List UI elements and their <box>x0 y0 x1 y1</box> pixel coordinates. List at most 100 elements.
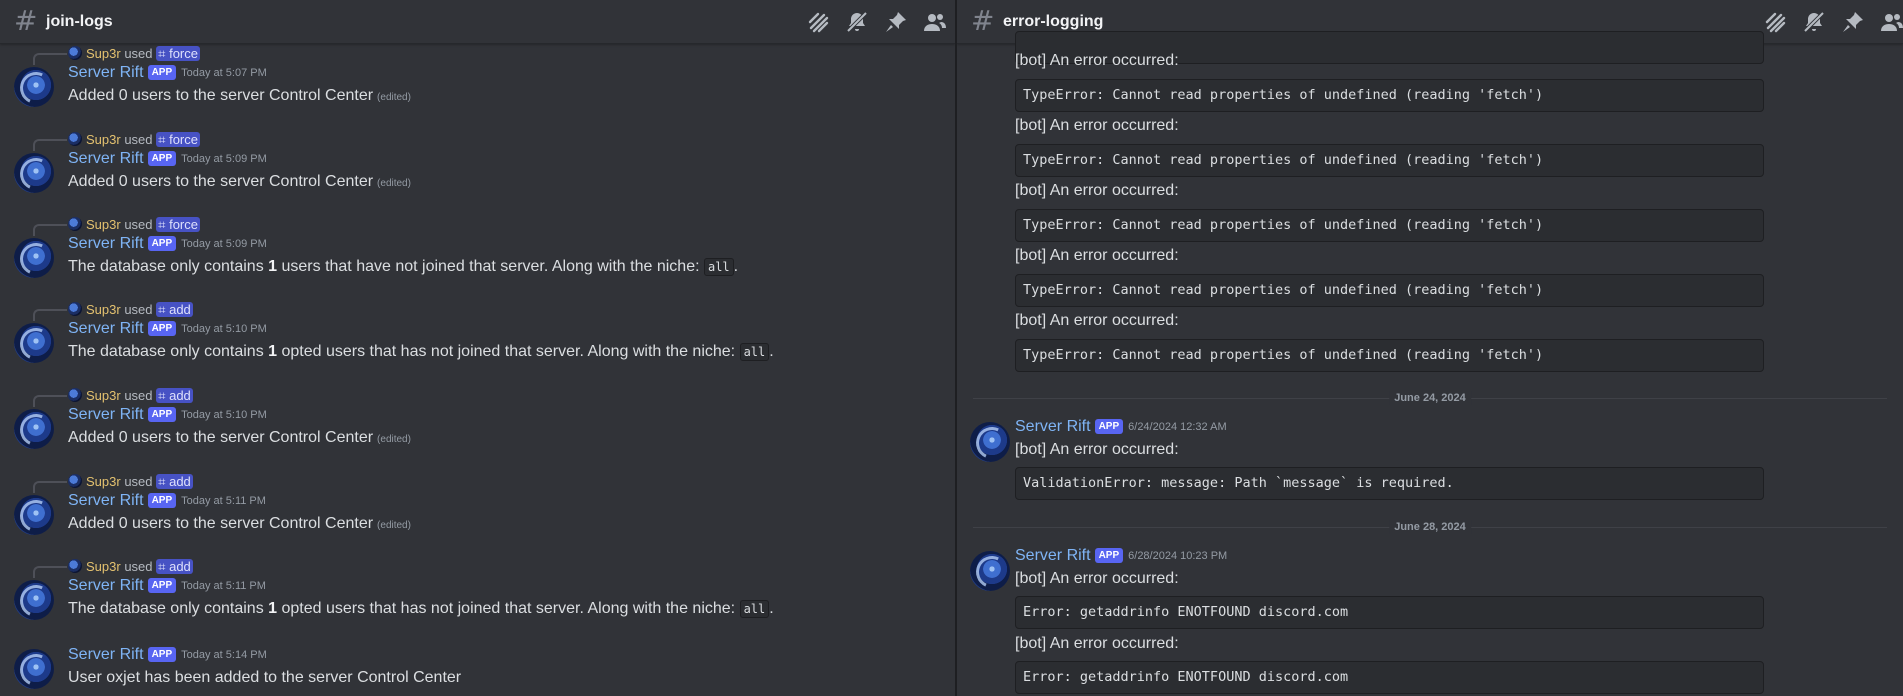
message-line: [bot] An error occurred: <box>1015 570 1179 587</box>
timestamp[interactable]: Today at 5:09 PM <box>181 238 267 250</box>
message-content: The database only contains 1 opted users… <box>68 343 774 361</box>
message-content: Added 0 users to the server Control Cent… <box>68 429 411 446</box>
pin-icon[interactable] <box>884 10 908 34</box>
message-line: [bot] An error occurred: <box>1015 52 1179 69</box>
author-name[interactable]: Server Rift <box>68 646 144 663</box>
threads-icon[interactable] <box>806 10 830 34</box>
avatar[interactable] <box>14 580 54 620</box>
app-badge: APP <box>147 407 177 422</box>
command-mention[interactable]: ⌗ add <box>156 474 193 489</box>
app-badge: APP <box>1094 548 1124 563</box>
message-line: [bot] An error occurred: <box>1015 441 1179 458</box>
timestamp[interactable]: Today at 5:07 PM <box>181 67 267 79</box>
channel-name: join-logs <box>46 13 113 30</box>
timestamp[interactable]: Today at 5:10 PM <box>181 323 267 335</box>
reply-username[interactable]: Sup3r <box>86 559 121 574</box>
reply-username[interactable]: Sup3r <box>86 46 121 61</box>
app-badge: APP <box>147 151 177 166</box>
avatar[interactable] <box>14 649 54 689</box>
avatar[interactable] <box>14 495 54 535</box>
avatar[interactable] <box>970 551 1010 591</box>
message-content: The database only contains 1 opted users… <box>68 600 774 618</box>
reply-context[interactable]: Sup3r used ⌗ force <box>68 45 200 63</box>
mini-avatar <box>68 46 82 60</box>
reply-username[interactable]: Sup3r <box>86 474 121 489</box>
timestamp[interactable]: 6/28/2024 10:23 PM <box>1128 550 1227 562</box>
members-icon[interactable] <box>923 10 947 34</box>
reply-context[interactable]: Sup3r used ⌗ force <box>68 216 200 234</box>
reply-context[interactable]: Sup3r used ⌗ add <box>68 301 193 319</box>
timestamp[interactable]: 6/24/2024 12:32 AM <box>1128 421 1226 433</box>
mute-icon[interactable] <box>845 10 869 34</box>
author-name[interactable]: Server Rift <box>68 406 144 423</box>
reply-context[interactable]: Sup3r used ⌗ force <box>68 131 200 149</box>
pin-icon[interactable] <box>1841 10 1865 34</box>
channel-header: # join-logs <box>0 0 955 44</box>
reply-username[interactable]: Sup3r <box>86 388 121 403</box>
command-mention[interactable]: ⌗ force <box>156 46 200 61</box>
date-divider: June 28, 2024 <box>973 520 1887 534</box>
app-badge: APP <box>147 578 177 593</box>
inline-code: all <box>739 343 770 361</box>
message-content: The database only contains 1 users that … <box>68 258 739 276</box>
avatar[interactable] <box>14 323 54 363</box>
inline-code: all <box>703 258 734 276</box>
code-block: TypeError: Cannot read properties of und… <box>1015 79 1764 112</box>
author-name[interactable]: Server Rift <box>68 320 144 337</box>
channel-hash-icon: # <box>971 4 995 37</box>
command-mention[interactable]: ⌗ force <box>156 132 200 147</box>
message-list: Sup3r used ⌗ force Server Rift APP Today a… <box>0 45 955 696</box>
reply-context[interactable]: Sup3r used ⌗ add <box>68 387 193 405</box>
mute-icon[interactable] <box>1802 10 1826 34</box>
code-block: TypeError: Cannot read properties of und… <box>1015 144 1764 177</box>
code-block: Error: getaddrinfo ENOTFOUND discord.com <box>1015 661 1764 694</box>
reply-username[interactable]: Sup3r <box>86 302 121 317</box>
avatar[interactable] <box>14 409 54 449</box>
date-divider: June 24, 2024 <box>973 391 1887 405</box>
author-name[interactable]: Server Rift <box>68 64 144 81</box>
command-mention[interactable]: ⌗ force <box>156 217 200 232</box>
timestamp[interactable]: Today at 5:14 PM <box>181 649 267 661</box>
message-content: User oxjet has been added to the server … <box>68 669 462 686</box>
timestamp[interactable]: Today at 5:10 PM <box>181 409 267 421</box>
message-line: [bot] An error occurred: <box>1015 312 1179 329</box>
message-list: [bot] An error occurred: TypeError: Cann… <box>957 31 1903 696</box>
timestamp[interactable]: Today at 5:11 PM <box>181 580 266 592</box>
message-content: Added 0 users to the server Control Cent… <box>68 87 411 104</box>
app-badge: APP <box>147 65 177 80</box>
code-block: TypeError: Cannot read properties of und… <box>1015 274 1764 307</box>
members-icon[interactable] <box>1880 10 1903 34</box>
reply-context[interactable]: Sup3r used ⌗ add <box>68 473 193 491</box>
timestamp[interactable]: Today at 5:09 PM <box>181 153 267 165</box>
channel-name: error-logging <box>1003 13 1104 30</box>
avatar[interactable] <box>14 238 54 278</box>
message-content: Added 0 users to the server Control Cent… <box>68 515 411 532</box>
join-logs-pane: # join-logs Sup3r used ⌗ force Server Ri… <box>0 0 955 696</box>
app-badge: APP <box>147 493 177 508</box>
author-name[interactable]: Server Rift <box>68 150 144 167</box>
inline-code: all <box>739 600 770 618</box>
author-name[interactable]: Server Rift <box>1015 547 1091 564</box>
author-name[interactable]: Server Rift <box>68 577 144 594</box>
threads-icon[interactable] <box>1763 10 1787 34</box>
avatar[interactable] <box>970 422 1010 462</box>
reply-context[interactable]: Sup3r used ⌗ add <box>68 558 193 576</box>
app-badge: APP <box>147 321 177 336</box>
timestamp[interactable]: Today at 5:11 PM <box>181 495 266 507</box>
app-badge: APP <box>147 647 177 662</box>
code-block: ValidationError: message: Path `message`… <box>1015 467 1764 500</box>
error-logging-pane: # error-logging [bot] An error occurred:… <box>957 0 1903 696</box>
message-line: [bot] An error occurred: <box>1015 117 1179 134</box>
reply-username[interactable]: Sup3r <box>86 132 121 147</box>
author-name[interactable]: Server Rift <box>68 492 144 509</box>
message-line: [bot] An error occurred: <box>1015 247 1179 264</box>
code-block: TypeError: Cannot read properties of und… <box>1015 209 1764 242</box>
avatar[interactable] <box>14 67 54 107</box>
author-name[interactable]: Server Rift <box>68 235 144 252</box>
command-mention[interactable]: ⌗ add <box>156 302 193 317</box>
reply-username[interactable]: Sup3r <box>86 217 121 232</box>
author-name[interactable]: Server Rift <box>1015 418 1091 435</box>
command-mention[interactable]: ⌗ add <box>156 559 193 574</box>
avatar[interactable] <box>14 153 54 193</box>
command-mention[interactable]: ⌗ add <box>156 388 193 403</box>
